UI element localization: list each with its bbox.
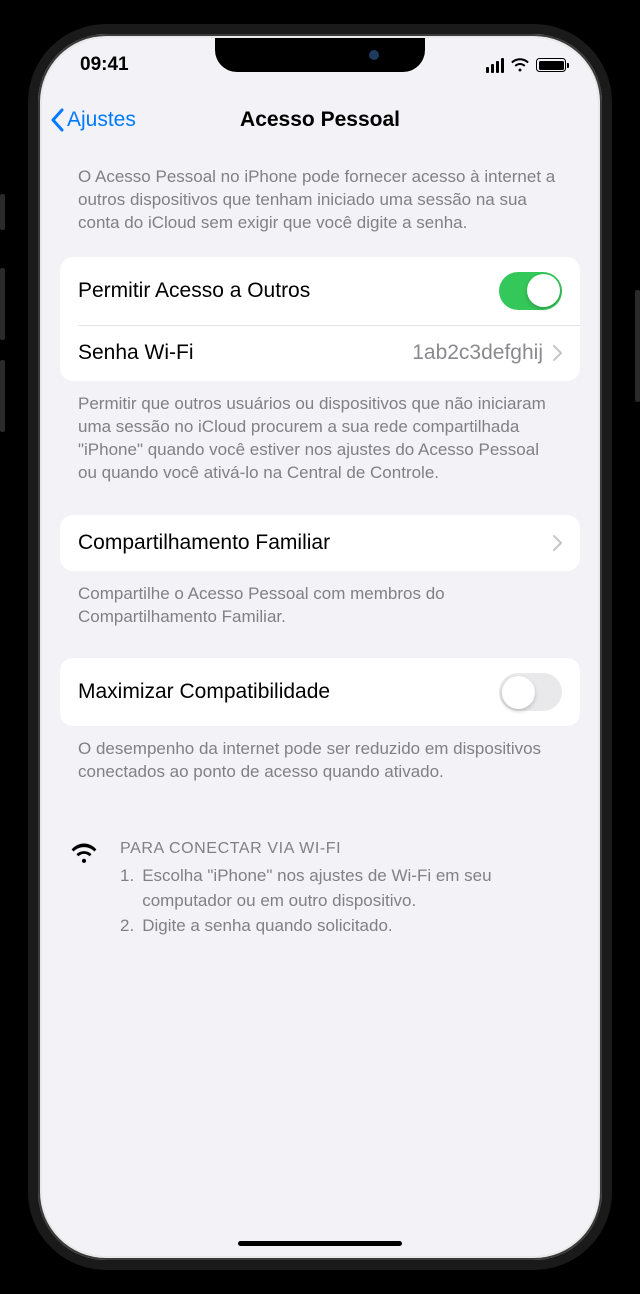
compat-footer: O desempenho da internet pode ser reduzi… [60,726,580,814]
maximize-compat-label: Maximizar Compatibilidade [78,680,330,704]
family-sharing-chevron [553,535,562,551]
phone-body: 09:41 Ajustes Acesso Pessoal O Acesso Pe [28,24,612,1270]
allow-footer: Permitir que outros usuários ou disposit… [60,381,580,515]
wifi-inst-step-1: 1.Escolha "iPhone" nos ajustes de Wi-Fi … [120,864,570,913]
wifi-inst-header: PARA CONECTAR VIA WI-FI [120,840,570,858]
chevron-right-icon [553,345,562,361]
allow-others-label: Permitir Acesso a Outros [78,279,310,303]
page-title: Acesso Pessoal [240,108,400,132]
power-button [635,290,640,402]
navigation-bar: Ajustes Acesso Pessoal [42,92,598,148]
wifi-inst-step-2: 2.Digite a senha quando solicitado. [120,914,570,939]
home-indicator[interactable] [238,1241,402,1246]
family-sharing-row[interactable]: Compartilhamento Familiar [60,515,580,571]
wifi-instructions: PARA CONECTAR VIA WI-FI 1.Escolha "iPhon… [70,840,570,938]
status-icons [486,58,567,73]
instructions-section: PARA CONECTAR VIA WI-FI 1.Escolha "iPhon… [60,814,580,956]
volume-down-button [0,360,5,432]
cellular-icon [486,58,505,73]
allow-others-row[interactable]: Permitir Acesso a Outros [60,257,580,325]
volume-up-button [0,268,5,340]
back-button[interactable]: Ajustes [50,108,136,132]
family-section: Compartilhamento Familiar [60,515,580,571]
wifi-password-row[interactable]: Senha Wi-Fi 1ab2c3defghij [78,325,580,381]
compat-section: Maximizar Compatibilidade [60,658,580,726]
family-sharing-label: Compartilhamento Familiar [78,531,330,555]
content-scroll[interactable]: O Acesso Pessoal no iPhone pode fornecer… [42,148,598,1236]
wifi-password-label: Senha Wi-Fi [78,341,194,365]
wifi-icon [510,58,530,73]
intro-text: O Acesso Pessoal no iPhone pode fornecer… [60,148,580,257]
family-footer: Compartilhe o Acesso Pessoal com membros… [60,571,580,659]
maximize-compat-toggle[interactable] [499,673,562,711]
wifi-password-value: 1ab2c3defghij [412,341,562,365]
wifi-icon [70,840,102,938]
allow-others-toggle[interactable] [499,272,562,310]
allow-section: Permitir Acesso a Outros Senha Wi-Fi 1ab… [60,257,580,381]
status-time: 09:41 [80,54,129,76]
camera-icon [369,50,379,60]
chevron-right-icon [553,535,562,551]
chevron-left-icon [50,108,64,132]
battery-icon [536,58,566,72]
back-label: Ajustes [67,108,136,132]
device-frame: 09:41 Ajustes Acesso Pessoal O Acesso Pe [0,0,640,1294]
silent-switch [0,194,5,230]
screen: 09:41 Ajustes Acesso Pessoal O Acesso Pe [42,38,598,1256]
maximize-compat-row[interactable]: Maximizar Compatibilidade [60,658,580,726]
notch [215,38,425,72]
